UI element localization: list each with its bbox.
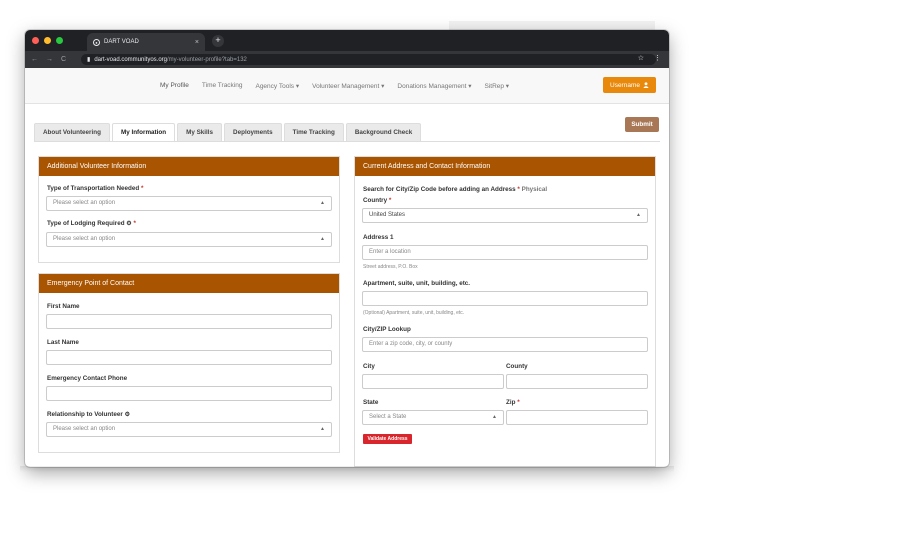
first-name-input[interactable]: [46, 314, 332, 329]
nav-time-tracking[interactable]: Time Tracking: [202, 82, 243, 90]
submit-button[interactable]: Submit: [625, 117, 659, 132]
browser-toolbar: ← → C ▮ dart-voad.communityos.org /my-vo…: [25, 51, 669, 68]
apt-input[interactable]: [362, 291, 648, 306]
caret-up-icon: ▲: [320, 426, 325, 432]
city-input[interactable]: [362, 374, 504, 389]
panel-title: Current Address and Contact Information: [355, 157, 655, 176]
caret-up-icon: ▲: [636, 212, 641, 218]
nav-agency-tools[interactable]: Agency Tools ▾: [255, 82, 299, 90]
zip-input[interactable]: [506, 410, 648, 425]
info-gear-icon[interactable]: ⚙: [126, 221, 131, 227]
reload-icon[interactable]: C: [61, 56, 66, 63]
validate-address-button[interactable]: Validate Address: [363, 434, 412, 444]
close-window-button[interactable]: [32, 37, 39, 44]
address1-input[interactable]: Enter a location: [362, 245, 648, 260]
lodging-label: Type of Lodging Required ⚙ *: [47, 220, 136, 227]
window-controls: [32, 37, 63, 44]
transport-select[interactable]: Please select an option ▲: [46, 196, 332, 211]
lookup-input[interactable]: Enter a zip code, city, or county: [362, 337, 648, 352]
county-label: County: [506, 363, 528, 370]
maximize-window-button[interactable]: [56, 37, 63, 44]
panel-title: Emergency Point of Contact: [39, 274, 339, 293]
nav-sitrep[interactable]: SitRep ▾: [484, 82, 509, 90]
transport-label: Type of Transportation Needed *: [47, 185, 144, 192]
profile-tabs: About Volunteering My Information My Ski…: [34, 123, 423, 142]
state-label: State: [363, 399, 379, 406]
emergency-contact-panel: Emergency Point of Contact First Name La…: [38, 273, 340, 453]
last-name-input[interactable]: [46, 350, 332, 365]
username-label: Username: [610, 81, 640, 89]
info-gear-icon[interactable]: ⚙: [125, 412, 130, 418]
nav-my-profile[interactable]: My Profile: [160, 82, 189, 90]
minimize-window-button[interactable]: [44, 37, 51, 44]
country-label: Country *: [363, 197, 392, 204]
username-button[interactable]: Username: [603, 77, 656, 93]
tab-strip: ● DART VOAD × +: [25, 30, 669, 51]
relationship-label: Relationship to Volunteer ⚙: [47, 411, 130, 418]
address-bar[interactable]: ▮ dart-voad.communityos.org /my-voluntee…: [81, 54, 656, 65]
country-select[interactable]: United States ▲: [362, 208, 648, 223]
phone-label: Emergency Contact Phone: [47, 375, 128, 382]
county-input[interactable]: [506, 374, 648, 389]
browser-menu-icon[interactable]: ⋮: [654, 54, 661, 62]
tab-time-tracking[interactable]: Time Tracking: [283, 123, 344, 141]
forward-icon[interactable]: →: [46, 56, 53, 63]
new-tab-button[interactable]: +: [212, 35, 224, 47]
tab-background-check[interactable]: Background Check: [345, 123, 422, 141]
window-shadow: [20, 466, 674, 472]
tab-about-volunteering[interactable]: About Volunteering: [34, 123, 110, 141]
browser-tab[interactable]: ● DART VOAD ×: [87, 33, 205, 51]
phone-input[interactable]: [46, 386, 332, 401]
lock-icon: ▮: [87, 57, 91, 63]
last-name-label: Last Name: [47, 339, 79, 346]
tab-my-information[interactable]: My Information: [111, 123, 176, 142]
caret-up-icon: ▲: [320, 236, 325, 242]
back-icon[interactable]: ←: [31, 56, 38, 63]
caret-up-icon: ▲: [492, 414, 497, 420]
nav-donations-management[interactable]: Donations Management ▾: [397, 82, 471, 90]
url-host: dart-voad.communityos.org: [94, 56, 168, 63]
state-select[interactable]: Select a State ▲: [362, 410, 504, 425]
favicon-icon: ●: [93, 38, 100, 46]
close-tab-icon[interactable]: ×: [195, 39, 199, 46]
url-path: /my-volunteer-profile?tab=132: [167, 56, 247, 63]
browser-tab-title: DART VOAD: [104, 39, 139, 45]
first-name-label: First Name: [47, 303, 80, 310]
zip-label: Zip *: [506, 399, 520, 406]
bookmark-star-icon[interactable]: ☆: [638, 54, 644, 62]
additional-info-panel: Additional Volunteer Information Type of…: [38, 156, 340, 263]
nav-volunteer-management[interactable]: Volunteer Management ▾: [312, 82, 384, 90]
user-icon: [643, 82, 649, 88]
city-label: City: [363, 363, 375, 370]
apt-label: Apartment, suite, unit, building, etc.: [363, 280, 471, 287]
tab-deployments[interactable]: Deployments: [224, 123, 282, 141]
relationship-select[interactable]: Please select an option ▲: [46, 422, 332, 437]
address-search-note: Search for City/Zip Code before adding a…: [363, 186, 548, 193]
address-panel: Current Address and Contact Information …: [354, 156, 656, 467]
site-navbar: My Profile Time Tracking Agency Tools ▾ …: [25, 68, 669, 104]
tabs-divider: [34, 141, 660, 142]
panel-title: Additional Volunteer Information: [39, 157, 339, 176]
tab-my-skills[interactable]: My Skills: [177, 123, 223, 141]
address1-label: Address 1: [363, 234, 394, 241]
caret-up-icon: ▲: [320, 200, 325, 206]
browser-window: ● DART VOAD × + ← → C ▮ dart-voad.commun…: [25, 30, 669, 467]
lookup-label: City/ZIP Lookup: [363, 326, 411, 333]
address1-help: Street address, P.O. Box: [363, 264, 418, 270]
lodging-select[interactable]: Please select an option ▲: [46, 232, 332, 247]
apt-help: (Optional) Apartment, suite, unit, build…: [363, 310, 465, 316]
